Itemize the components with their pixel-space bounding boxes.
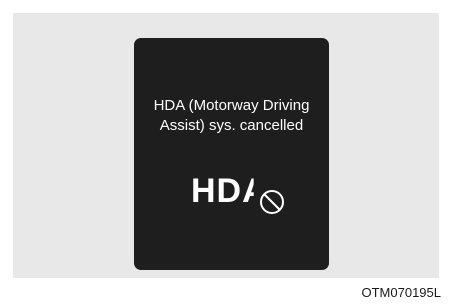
figure-caption: OTM070195L — [361, 285, 442, 300]
hda-indicator: HDA — [191, 171, 301, 215]
figure-frame: HDA (Motorway Driving Assist) sys. cance… — [0, 0, 451, 304]
warning-message-line2: Assist) sys. cancelled — [159, 117, 304, 134]
cluster-display: HDA (Motorway Driving Assist) sys. cance… — [134, 38, 329, 270]
warning-message: HDA (Motorway Driving Assist) sys. cance… — [134, 96, 329, 136]
no-entry-icon — [260, 190, 284, 214]
warning-message-line1: HDA (Motorway Driving — [153, 97, 310, 114]
